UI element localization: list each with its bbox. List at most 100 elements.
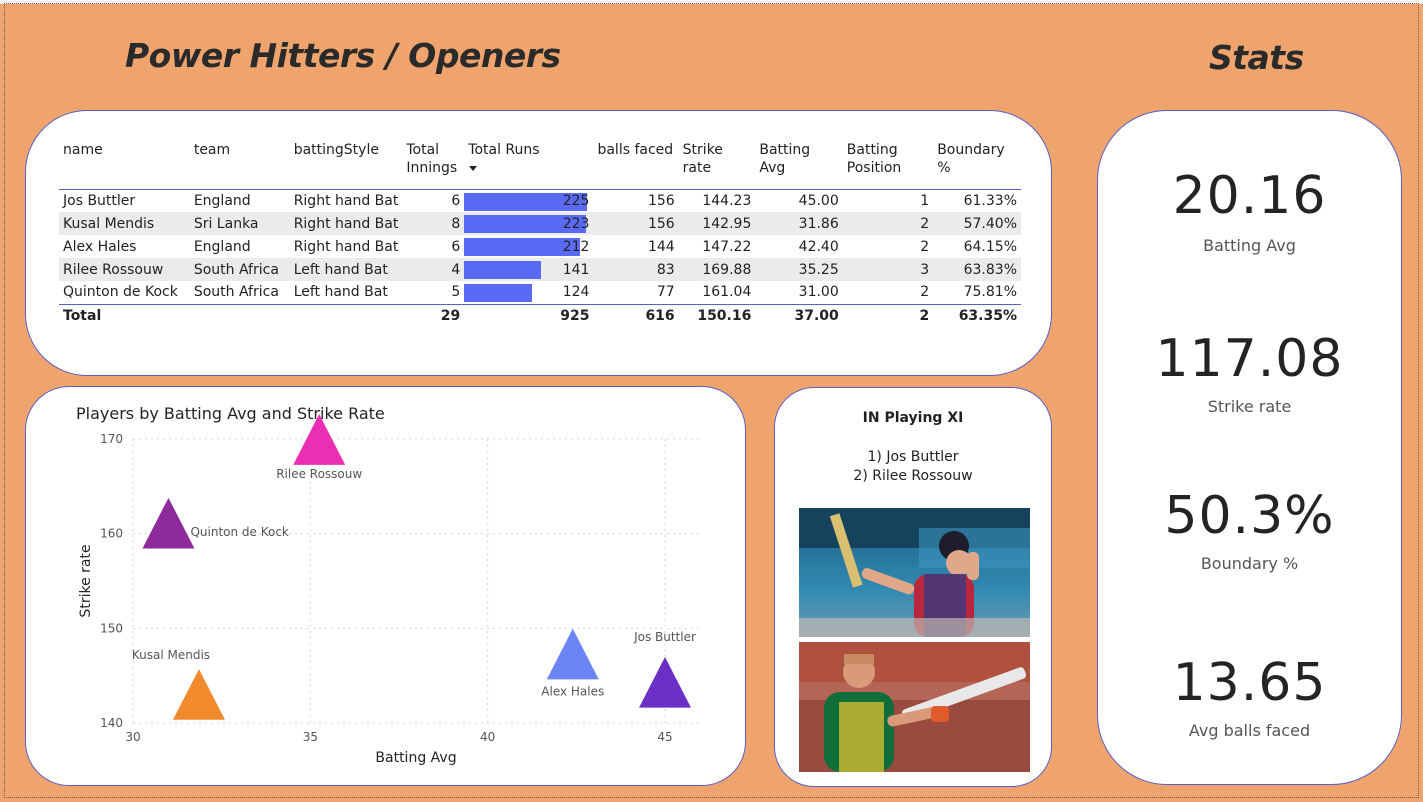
cell-total-innings: 6 <box>451 192 461 209</box>
column-header-team[interactable]: team <box>189 141 290 190</box>
column-header-balls-faced[interactable]: balls faced <box>593 141 679 190</box>
playing-xi-player-1: 1) Jos Buttler <box>867 449 959 465</box>
cell-name: Alex Hales <box>63 238 137 255</box>
scatter-point-label: Jos Buttler <box>633 630 696 644</box>
x-tick-label: 45 <box>657 730 672 744</box>
cell-batting-style: Left hand Bat <box>293 284 388 301</box>
x-tick-label: 40 <box>480 730 495 744</box>
playing-xi-title: IN Playing XI <box>862 410 964 426</box>
cell-batting-style: Left hand Bat <box>289 258 403 281</box>
cell-total-innings: 8 <box>402 212 465 235</box>
cell-total-runs: 225 <box>464 189 593 212</box>
sort-descending-icon[interactable] <box>469 166 478 171</box>
scatter-plot[interactable]: 140 150 160 170 30 35 40 45 Batting Avg Strike ra… <box>26 387 747 787</box>
cell-strike-rate: 161.04 <box>702 284 752 301</box>
cell-boundary-pct: 64.15% <box>963 238 1017 255</box>
column-header-batting-position[interactable]: Batting Position <box>842 141 934 190</box>
total-style <box>289 303 403 328</box>
column-header-batting-style[interactable]: battingStyle <box>289 141 403 190</box>
scatter-point-label: Kusal Mendis <box>132 648 210 662</box>
page-title: Power Hitters / Openers <box>125 36 561 75</box>
table-row[interactable]: Rilee Rossouw South Africa Left hand Bat 4 1… <box>59 258 1021 281</box>
cell-total-runs-value: 124 <box>562 284 590 301</box>
total-team <box>189 303 290 328</box>
table-row[interactable]: Jos Buttler England Right hand Bat 6 225 156 1… <box>59 189 1021 212</box>
column-header-total-runs[interactable]: Total Runs <box>464 141 594 190</box>
column-header-strike-rate[interactable]: Strike rate <box>678 141 756 190</box>
cell-total-runs-value: 225 <box>562 192 590 209</box>
column-header-batting-avg[interactable]: Batting Avg <box>755 141 843 190</box>
column-header-boundary-pct[interactable]: Boundary % <box>933 141 1021 190</box>
scatter-point[interactable] <box>142 497 195 549</box>
cell-total-runs-value: 141 <box>562 261 590 278</box>
x-tick-label: 30 <box>125 730 140 744</box>
x-tick-label: 35 <box>303 730 318 744</box>
cell-team: England <box>193 238 251 255</box>
cell-name: Kusal Mendis <box>59 212 190 235</box>
cell-balls-faced: 83 <box>593 258 679 281</box>
y-axis-title: Strike rate <box>78 544 94 617</box>
scatter-point[interactable] <box>172 669 225 720</box>
cell-boundary-pct: 75.81% <box>963 284 1017 301</box>
playing-xi-player-2: 2) Rilee Rossouw <box>853 468 973 484</box>
table-row[interactable]: Kusal Mendis Sri Lanka Right hand Bat 8 223 1… <box>59 212 1021 235</box>
column-header-batting-position-line2: Position <box>846 160 902 176</box>
column-header-batting-position-line1: Batting <box>846 142 898 158</box>
y-tick-label: 140 <box>100 716 123 730</box>
column-header-name[interactable]: name <box>59 141 190 190</box>
scatter-point[interactable] <box>546 628 599 680</box>
stats-title: Stats <box>1209 38 1304 77</box>
total-runs: 925 <box>464 303 594 328</box>
total-batting-avg: 37.00 <box>755 303 843 328</box>
cell-total-runs: 124 <box>464 281 593 304</box>
cell-batting-avg: 31.00 <box>798 284 839 301</box>
cell-team: Sri Lanka <box>189 212 290 235</box>
cell-strike-rate: 142.95 <box>678 212 756 235</box>
scatter-point-label: Rilee Rossouw <box>276 467 362 481</box>
total-innings: 29 <box>402 303 465 328</box>
column-header-total-runs-label: Total Runs <box>468 142 540 158</box>
cell-batting-position: 1 <box>920 192 930 209</box>
playing-xi-card: IN Playing XI 1) Jos Buttler 2) Rilee Ro… <box>774 387 1052 787</box>
cell-total-runs-value: 212 <box>562 238 590 255</box>
cell-total-runs: 223 <box>464 212 594 235</box>
cell-batting-position: 2 <box>920 238 930 255</box>
cell-boundary-pct: 63.83% <box>933 258 1021 281</box>
column-header-total-innings[interactable]: Total Innings <box>402 141 465 190</box>
cell-total-runs: 212 <box>464 235 593 258</box>
y-tick-label: 160 <box>100 527 123 541</box>
scatter-point-label: Alex Hales <box>541 685 604 699</box>
stat-value-strike-rate: 117.08 <box>1155 329 1344 389</box>
scatter-point[interactable] <box>639 656 691 708</box>
stat-label-batting-avg: Batting Avg <box>1203 236 1296 255</box>
stat-value-batting-avg: 20.16 <box>1172 166 1327 226</box>
stat-value-boundary-pct: 50.3% <box>1164 486 1335 546</box>
cell-name: Quinton de Kock <box>63 284 178 301</box>
y-tick-label: 170 <box>100 432 123 446</box>
cell-batting-avg: 45.00 <box>798 192 839 209</box>
column-header-total-innings-line2: Innings <box>406 160 458 176</box>
cell-team: South Africa <box>193 284 279 301</box>
cell-strike-rate: 147.22 <box>702 238 752 255</box>
column-header-total-innings-line1: Total <box>406 142 440 158</box>
cell-name: Rilee Rossouw <box>59 258 190 281</box>
stat-label-avg-balls-faced: Avg balls faced <box>1188 721 1311 740</box>
cell-batting-style: Right hand Bat <box>289 212 403 235</box>
table-card: name team battingStyle Total Innings Tot… <box>25 110 1052 376</box>
cell-name: Jos Buttler <box>63 192 136 209</box>
cell-strike-rate: 169.88 <box>678 258 756 281</box>
cell-batting-position: 2 <box>920 284 930 301</box>
cell-total-innings: 4 <box>402 258 465 281</box>
total-strike-rate: 150.16 <box>678 303 756 328</box>
cell-batting-style: Right hand Bat <box>293 238 399 255</box>
scatter-point-label: Quinton de Kock <box>190 525 288 539</box>
cell-batting-position: 2 <box>842 212 934 235</box>
stat-value-avg-balls-faced: 13.65 <box>1172 653 1327 713</box>
table-total-row: Total 29 925 616 150.16 37.00 2 63.35% <box>59 303 1021 328</box>
cell-balls-faced: 156 <box>647 192 675 209</box>
cell-total-runs: 141 <box>464 258 594 281</box>
players-table: name team battingStyle Total Innings Tot… <box>59 141 1021 328</box>
table-row[interactable]: Quinton de Kock South Africa Left hand Bat… <box>59 281 1021 304</box>
total-boundary-pct: 63.35% <box>933 303 1021 328</box>
table-row[interactable]: Alex Hales England Right hand Bat 6 212 144 14… <box>59 235 1021 258</box>
